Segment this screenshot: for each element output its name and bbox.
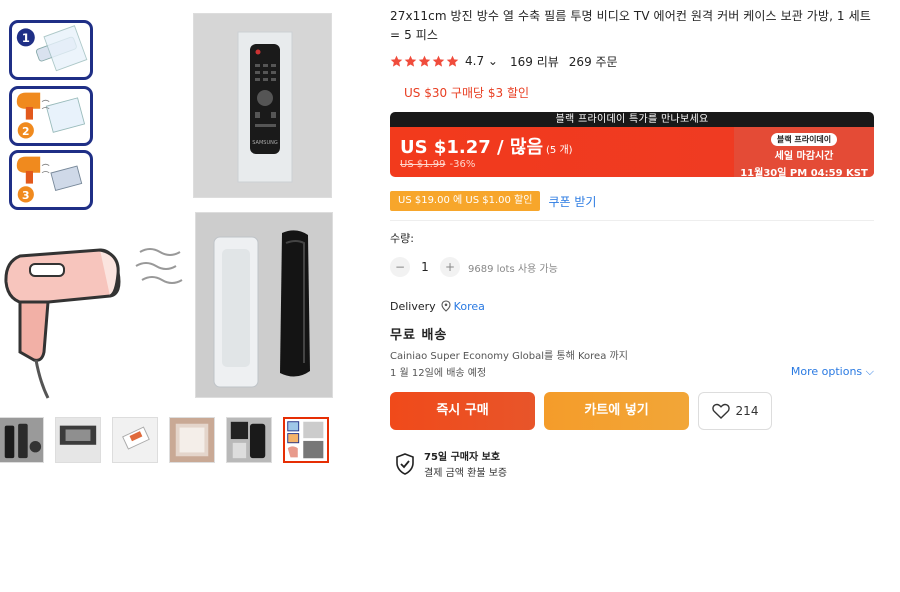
sale-price: US $1.27 / 많음 (5 개)	[400, 133, 573, 159]
protection-title: 75일 구매자 보호	[424, 452, 501, 463]
rating-number: 4.7	[465, 54, 485, 68]
more-options-link[interactable]: More options ⌵	[791, 365, 874, 379]
heart-icon	[711, 403, 730, 419]
main-product-image: 1 2 3 SAMSUNG	[0, 0, 345, 405]
quantity-available: 9689 lots 사용 가능	[468, 263, 558, 275]
buyer-protection: 75일 구매자 보호 결제 금액 환불 보증	[390, 448, 874, 479]
step-2-number: 2	[22, 125, 30, 138]
shipping-method: Cainiao Super Economy Global를 통해 Korea 까…	[390, 347, 874, 362]
delivery-label: Delivery	[390, 299, 436, 313]
star-icon	[446, 55, 459, 67]
remote-brand-text: SAMSUNG	[252, 140, 278, 146]
product-title: 27x11cm 방진 방수 열 수축 필름 투명 비디오 TV 에어컨 원격 커…	[390, 9, 871, 42]
deal-header: 블랙 프라이데이 특가를 만나보세요	[390, 112, 874, 127]
superdeal-banner: 블랙 프라이데이 특가를 만나보세요 US $1.27 / 많음 (5 개) US…	[390, 112, 874, 177]
hair-dryer-illustration	[0, 222, 190, 402]
get-coupon-link[interactable]: 쿠폰 받기	[548, 193, 596, 210]
step-3-illustration: 3	[9, 150, 93, 210]
coupon-chip: US $19.00 에 US $1.00 할인	[390, 191, 541, 211]
star-rating	[390, 55, 459, 68]
quantity-label: 수량:	[390, 232, 414, 245]
store-promo: US $30 구매당 $3 할인	[404, 86, 530, 100]
rating-value[interactable]: 4.7 ⌄	[465, 54, 498, 68]
quantity-decrease-button[interactable]: −	[390, 257, 410, 277]
action-buttons: 즉시 구매 카트에 넣기 214	[390, 391, 874, 430]
add-to-cart-button[interactable]: 카트에 넣기	[544, 391, 689, 430]
protection-subtitle: 결제 금액 환불 보증	[424, 468, 508, 479]
divider	[390, 220, 874, 221]
shield-check-icon	[396, 452, 414, 475]
black-friday-tag: 블랙 프라이데이	[770, 133, 838, 146]
discount-percent: -36%	[449, 159, 476, 170]
wishlist-button[interactable]: 214	[698, 391, 772, 430]
thumbnail-5[interactable]	[226, 417, 272, 463]
deal-ends-label: 세일 마감시간	[774, 151, 834, 162]
sale-price-unit: (5 개)	[546, 145, 573, 156]
free-shipping-label: 무료 배송	[390, 328, 448, 343]
deal-body: US $1.27 / 많음 (5 개) US $1.99 -36% 블랙 프라이데이…	[390, 127, 874, 177]
star-icon	[390, 55, 403, 67]
remote-in-bag-photo: SAMSUNG	[193, 13, 332, 198]
before-after-photo	[195, 212, 333, 398]
step-3-number: 3	[22, 189, 30, 202]
deal-countdown: 블랙 프라이데이 세일 마감시간 11월30일 PM 04:59 KST	[734, 127, 874, 177]
thumbnail-3[interactable]	[112, 417, 158, 463]
buy-now-button[interactable]: 즉시 구매	[390, 391, 535, 430]
thumbnail-2[interactable]	[55, 417, 101, 463]
quantity-stepper: − 1 + 9689 lots 사용 가능	[390, 257, 874, 277]
thumbnail-1[interactable]	[0, 417, 44, 463]
coupon-row: US $19.00 에 US $1.00 할인 쿠폰 받기	[390, 190, 874, 212]
location-pin-icon	[441, 300, 451, 312]
thumbnail-strip	[0, 417, 340, 465]
step-1-illustration: 1	[9, 20, 93, 80]
product-info-panel: 27x11cm 방진 방수 열 수축 필름 투명 비디오 TV 에어컨 원격 커…	[390, 0, 874, 479]
quantity-increase-button[interactable]: +	[440, 257, 460, 277]
shipping-method-text: Cainiao Super Economy Global를 통해 Korea 까…	[390, 351, 628, 362]
quantity-input[interactable]: 1	[410, 260, 440, 274]
deal-ends-time: 11월30일 PM 04:59 KST	[740, 168, 868, 177]
delivery-estimate: 1 월 12일에 배송 예정	[390, 368, 487, 379]
sale-price-value: US $1.27 / 많음	[400, 137, 544, 158]
rating-row: 4.7 ⌄ 169 리뷰 269 주문	[390, 51, 874, 71]
order-count: 269 주문	[568, 54, 618, 69]
star-icon	[432, 55, 445, 67]
delivery-estimate-row: 1 월 12일에 배송 예정 More options ⌵	[390, 364, 874, 379]
delivery-row: Delivery Korea	[390, 298, 874, 314]
review-count[interactable]: 169 리뷰	[510, 53, 559, 70]
chevron-down-icon: ⌄	[487, 54, 498, 68]
thumbnail-6[interactable]	[283, 417, 329, 463]
thumbnail-4[interactable]	[169, 417, 215, 463]
wishlist-count: 214	[735, 403, 759, 418]
step-2-illustration: 2	[9, 86, 93, 146]
original-price-row: US $1.99 -36%	[400, 159, 475, 170]
delivery-country-link[interactable]: Korea	[454, 300, 485, 313]
step-1-number: 1	[22, 31, 30, 45]
star-icon	[418, 55, 431, 67]
original-price: US $1.99	[400, 159, 446, 170]
star-icon	[404, 55, 417, 67]
